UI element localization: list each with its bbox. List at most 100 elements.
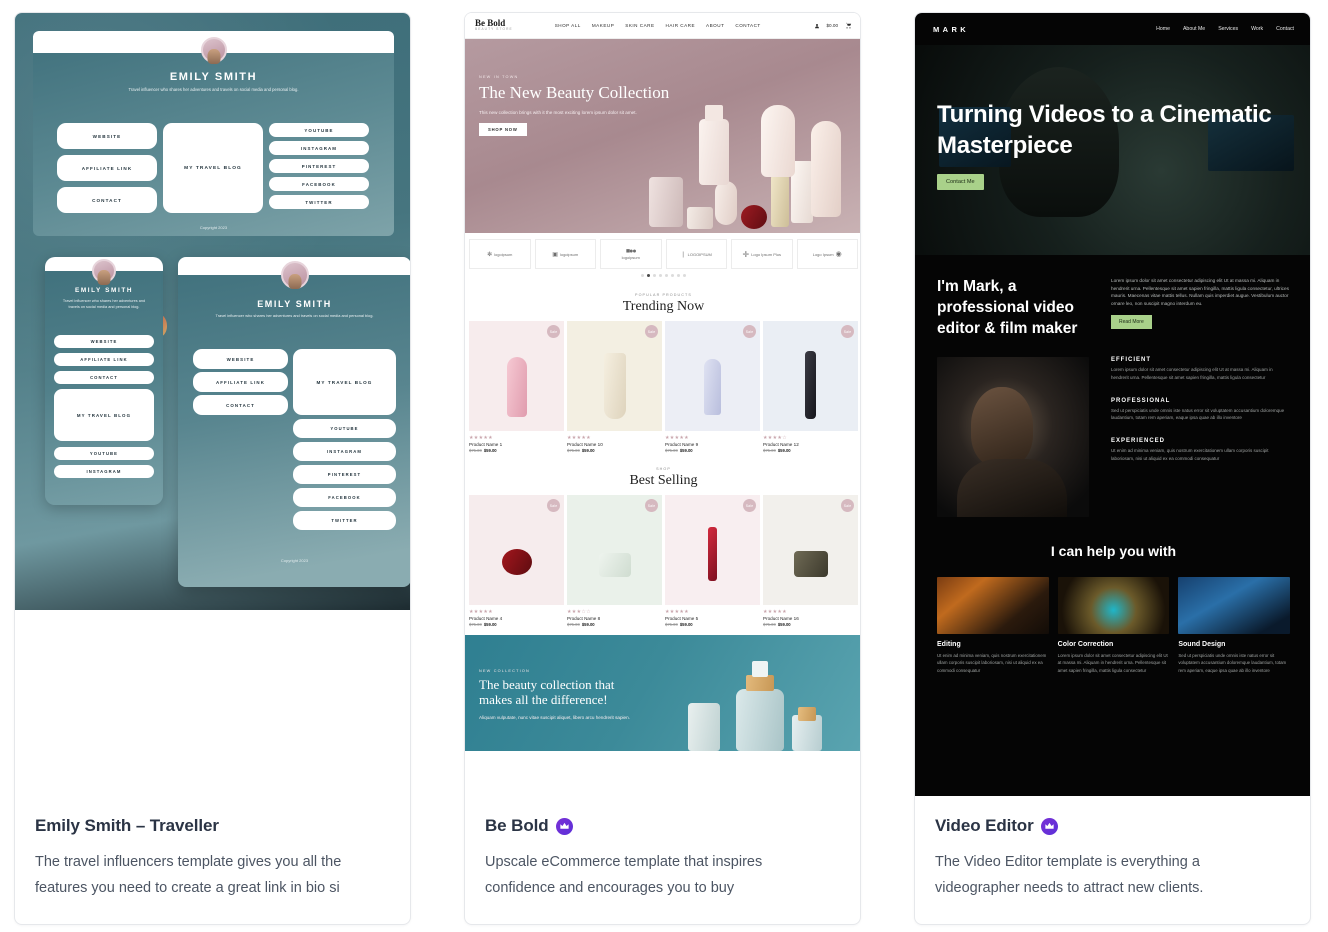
shop-now-button[interactable]: SHOP NOW: [479, 123, 527, 137]
product-row: Sale ★★★★★ Product Name 4 $75.00 $59.00 S…: [465, 489, 860, 627]
template-card-video-editor[interactable]: MARK Home About Me Services Work Contact…: [914, 12, 1311, 925]
link-facebook[interactable]: FACEBOOK: [293, 488, 396, 507]
template-title: Be Bold: [485, 816, 840, 836]
template-caption: Video Editor The Video Editor template i…: [915, 796, 1310, 924]
hero-banner: Turning Videos to a Cinematic Masterpiec…: [915, 45, 1310, 255]
link-twitter[interactable]: TWITTER: [269, 195, 369, 209]
nav-work[interactable]: Work: [1251, 26, 1263, 32]
link-pinterest[interactable]: PINTEREST: [269, 159, 369, 173]
link-website[interactable]: WEBSITE: [193, 349, 288, 369]
contact-me-button[interactable]: Contact Me: [937, 174, 984, 191]
hero-subtitle: This new collection brings with it the m…: [479, 110, 637, 116]
link-facebook[interactable]: FACEBOOK: [269, 177, 369, 191]
link-youtube[interactable]: YOUTUBE: [54, 447, 154, 460]
nav-contact[interactable]: Contact: [1276, 26, 1294, 32]
link-travel-blog[interactable]: MY TRAVEL BLOG: [54, 389, 154, 441]
site-logo[interactable]: MARK: [933, 25, 969, 34]
feature-item: EXPERIENCED Ut enim ad minima veniam, qu…: [1111, 438, 1290, 462]
product-rating: ★★★★★: [469, 609, 493, 615]
template-preview-video-editor[interactable]: MARK Home About Me Services Work Contact…: [915, 13, 1310, 796]
link-website[interactable]: WEBSITE: [57, 123, 157, 149]
product-new-price: $59.00: [483, 622, 497, 627]
product-card[interactable]: Sale ★★★★★ Product Name 1 $75.00 $59.00: [469, 321, 564, 453]
carousel-dot-active[interactable]: [647, 274, 650, 277]
brand-logo-item: ■●● logoipsum: [600, 239, 662, 269]
product-new-price: $59.00: [777, 448, 791, 453]
template-preview-be-bold[interactable]: Be Bold BEAUTY STORE SHOP ALL MAKEUP SKI…: [465, 13, 860, 796]
product-card[interactable]: Sale ★★★★☆ Product Name 12 $75.00 $59.00: [763, 321, 858, 453]
carousel-dots[interactable]: [465, 269, 860, 277]
product-card[interactable]: Sale ★★★★★ Product Name 9 $75.00 $59.00: [665, 321, 760, 453]
link-affiliate[interactable]: AFFILIATE LINK: [54, 353, 154, 366]
nav-home[interactable]: Home: [1156, 26, 1170, 32]
product-card[interactable]: Sale ★★★★★ Product Name 5 $75.00 $59.00: [665, 495, 760, 627]
bestselling-eyebrow: SHOP: [656, 467, 671, 471]
user-icon[interactable]: [814, 23, 820, 29]
carousel-dot[interactable]: [677, 274, 680, 277]
link-contact[interactable]: CONTACT: [193, 395, 288, 415]
feature-body: Sed ut perspiciatis unde omnis iste natu…: [1111, 407, 1285, 421]
template-preview-emily-smith[interactable]: EMILY SMITH Travel influencer who shares…: [15, 13, 410, 796]
store-logo[interactable]: Be Bold BEAUTY STORE: [475, 19, 513, 31]
read-more-button[interactable]: Read More: [1111, 315, 1152, 330]
template-title-text: Be Bold: [485, 816, 549, 835]
link-instagram[interactable]: INSTAGRAM: [293, 442, 396, 461]
product-rating: ★★★★★: [567, 435, 591, 441]
link-twitter[interactable]: TWITTER: [293, 511, 396, 530]
link-pinterest[interactable]: PINTEREST: [293, 465, 396, 484]
link-affiliate[interactable]: AFFILIATE LINK: [193, 372, 288, 392]
template-card-emily-smith[interactable]: EMILY SMITH Travel influencer who shares…: [14, 12, 411, 925]
service-body: Ut enim ad minima veniam, quis nostrum e…: [937, 653, 1047, 673]
link-contact[interactable]: CONTACT: [54, 371, 154, 384]
link-travel-blog[interactable]: MY TRAVEL BLOG: [293, 349, 396, 415]
product-name: Product Name 8: [567, 616, 601, 621]
product-name: Product Name 16: [763, 616, 799, 621]
product-name: Product Name 1: [469, 442, 503, 447]
carousel-dot[interactable]: [671, 274, 674, 277]
cart-icon[interactable]: [845, 22, 852, 29]
link-youtube[interactable]: YOUTUBE: [293, 419, 396, 438]
nav-makeup[interactable]: MAKEUP: [592, 23, 614, 28]
service-card[interactable]: Editing Ut enim ad minima veniam, quis n…: [937, 577, 1049, 673]
nav-hair-care[interactable]: HAIR CARE: [666, 23, 696, 28]
brand-logo-item: ✻ logoipsum: [469, 239, 531, 269]
link-travel-blog[interactable]: MY TRAVEL BLOG: [163, 123, 263, 213]
carousel-dot[interactable]: [665, 274, 668, 277]
carousel-dot[interactable]: [641, 274, 644, 277]
product-image: Sale: [567, 321, 662, 431]
nav-contact[interactable]: CONTACT: [735, 23, 760, 28]
link-instagram[interactable]: INSTAGRAM: [269, 141, 369, 155]
service-card[interactable]: Color Correction Lorem ipsum dolor sit a…: [1057, 577, 1170, 673]
link-website[interactable]: WEBSITE: [54, 335, 154, 348]
nav-services[interactable]: Services: [1218, 26, 1238, 32]
avatar: [280, 261, 309, 289]
nav-about-me[interactable]: About Me: [1183, 26, 1205, 32]
template-card-be-bold[interactable]: Be Bold BEAUTY STORE SHOP ALL MAKEUP SKI…: [464, 12, 861, 925]
desktop-mockup: EMILY SMITH Travel influencer who shares…: [33, 31, 394, 236]
service-card[interactable]: Sound Design Sed ut perspiciatis unde om…: [1178, 577, 1291, 673]
avatar: [92, 259, 116, 283]
link-youtube[interactable]: YOUTUBE: [269, 123, 369, 137]
product-card[interactable]: Sale ★★★☆☆ Product Name 8 $75.00 $59.00: [567, 495, 662, 627]
product-card[interactable]: Sale ★★★★★ Product Name 16 $75.00 $59.00: [763, 495, 858, 627]
portfolio-menu: Home About Me Services Work Contact: [1156, 26, 1294, 32]
service-thumbnail: [937, 577, 1049, 635]
nav-skin-care[interactable]: SKIN CARE: [625, 23, 654, 28]
nav-about[interactable]: ABOUT: [706, 23, 724, 28]
bestselling-section: SHOP Best Selling Sale ★★★★★ Product Nam…: [465, 467, 860, 627]
carousel-dot[interactable]: [659, 274, 662, 277]
carousel-dot[interactable]: [683, 274, 686, 277]
link-affiliate[interactable]: AFFILIATE LINK: [57, 155, 157, 181]
services-row: Editing Ut enim ad minima veniam, quis n…: [937, 577, 1291, 673]
link-instagram[interactable]: INSTAGRAM: [54, 465, 154, 478]
link-contact[interactable]: CONTACT: [57, 187, 157, 213]
feature-item: PROFESSIONAL Sed ut perspiciatis unde om…: [1111, 398, 1290, 422]
sale-badge: Sale: [841, 499, 854, 512]
carousel-dot[interactable]: [653, 274, 656, 277]
nav-shop-all[interactable]: SHOP ALL: [555, 23, 581, 28]
product-card[interactable]: Sale ★★★★★ Product Name 4 $75.00 $59.00: [469, 495, 564, 627]
template-title-text: Emily Smith – Traveller: [35, 816, 219, 835]
service-title: Color Correction: [1057, 641, 1114, 649]
product-card[interactable]: Sale ★★★★★ Product Name 10 $75.00 $59.00: [567, 321, 662, 453]
product-old-price: $75.00: [469, 448, 482, 453]
